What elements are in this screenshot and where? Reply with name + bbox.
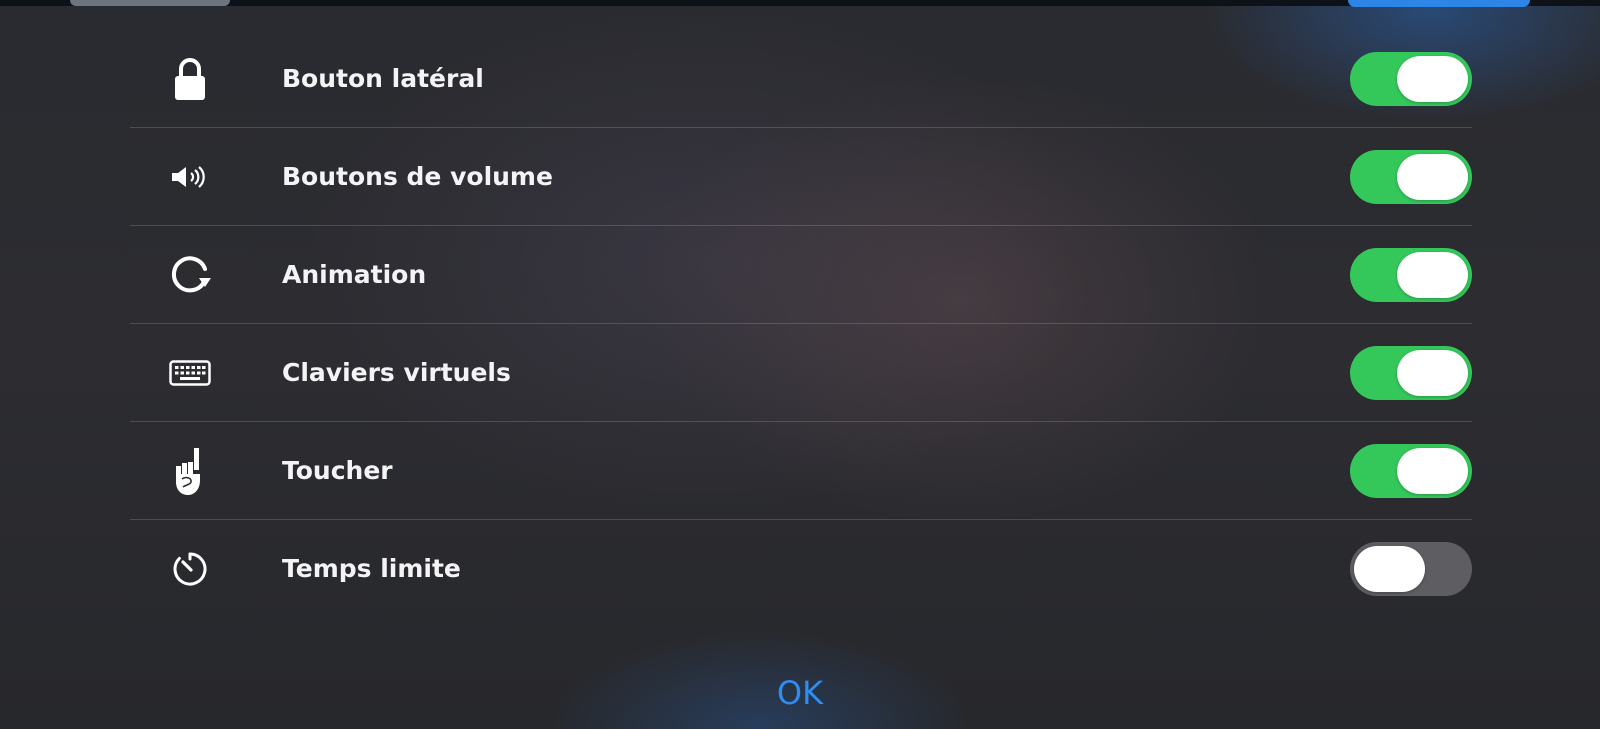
settings-row-label: Temps limite (282, 554, 461, 583)
side-button-toggle[interactable] (1350, 51, 1472, 106)
virtual-keyboards-toggle[interactable] (1350, 345, 1472, 400)
touch-toggle[interactable] (1350, 443, 1472, 498)
lock-icon (166, 55, 214, 103)
toggle-knob (1397, 251, 1468, 298)
settings-row-label: Boutons de volume (282, 162, 553, 191)
toggle-knob (1397, 447, 1468, 494)
settings-row-label: Claviers virtuels (282, 358, 511, 387)
settings-row-label: Bouton latéral (282, 64, 484, 93)
ok-button[interactable]: OK (740, 668, 860, 718)
timer-icon (166, 545, 214, 593)
settings-list: Bouton latéral Boutons de volume Animati… (130, 30, 1472, 617)
pointing-hand-icon (166, 447, 214, 495)
settings-row-time-limit: Temps limite (130, 520, 1472, 617)
speaker-volume-icon (166, 153, 214, 201)
time-limit-toggle[interactable] (1350, 541, 1472, 596)
settings-row-label: Toucher (282, 456, 393, 485)
toggle-knob (1354, 545, 1425, 592)
volume-buttons-toggle[interactable] (1350, 149, 1472, 204)
keyboard-icon (166, 349, 214, 397)
animation-toggle[interactable] (1350, 247, 1472, 302)
settings-row-label: Animation (282, 260, 427, 289)
settings-row-touch: Toucher (130, 422, 1472, 520)
settings-row-side-button: Bouton latéral (130, 30, 1472, 128)
settings-row-virtual-keyboards: Claviers virtuels (130, 324, 1472, 422)
toggle-knob (1397, 153, 1468, 200)
settings-row-animation: Animation (130, 226, 1472, 324)
settings-row-volume-buttons: Boutons de volume (130, 128, 1472, 226)
toggle-knob (1397, 55, 1468, 102)
toggle-knob (1397, 349, 1468, 396)
top-tab-indicator-left (70, 0, 230, 6)
top-tab-indicator-right (1348, 0, 1530, 7)
rotate-arrow-icon (166, 251, 214, 299)
